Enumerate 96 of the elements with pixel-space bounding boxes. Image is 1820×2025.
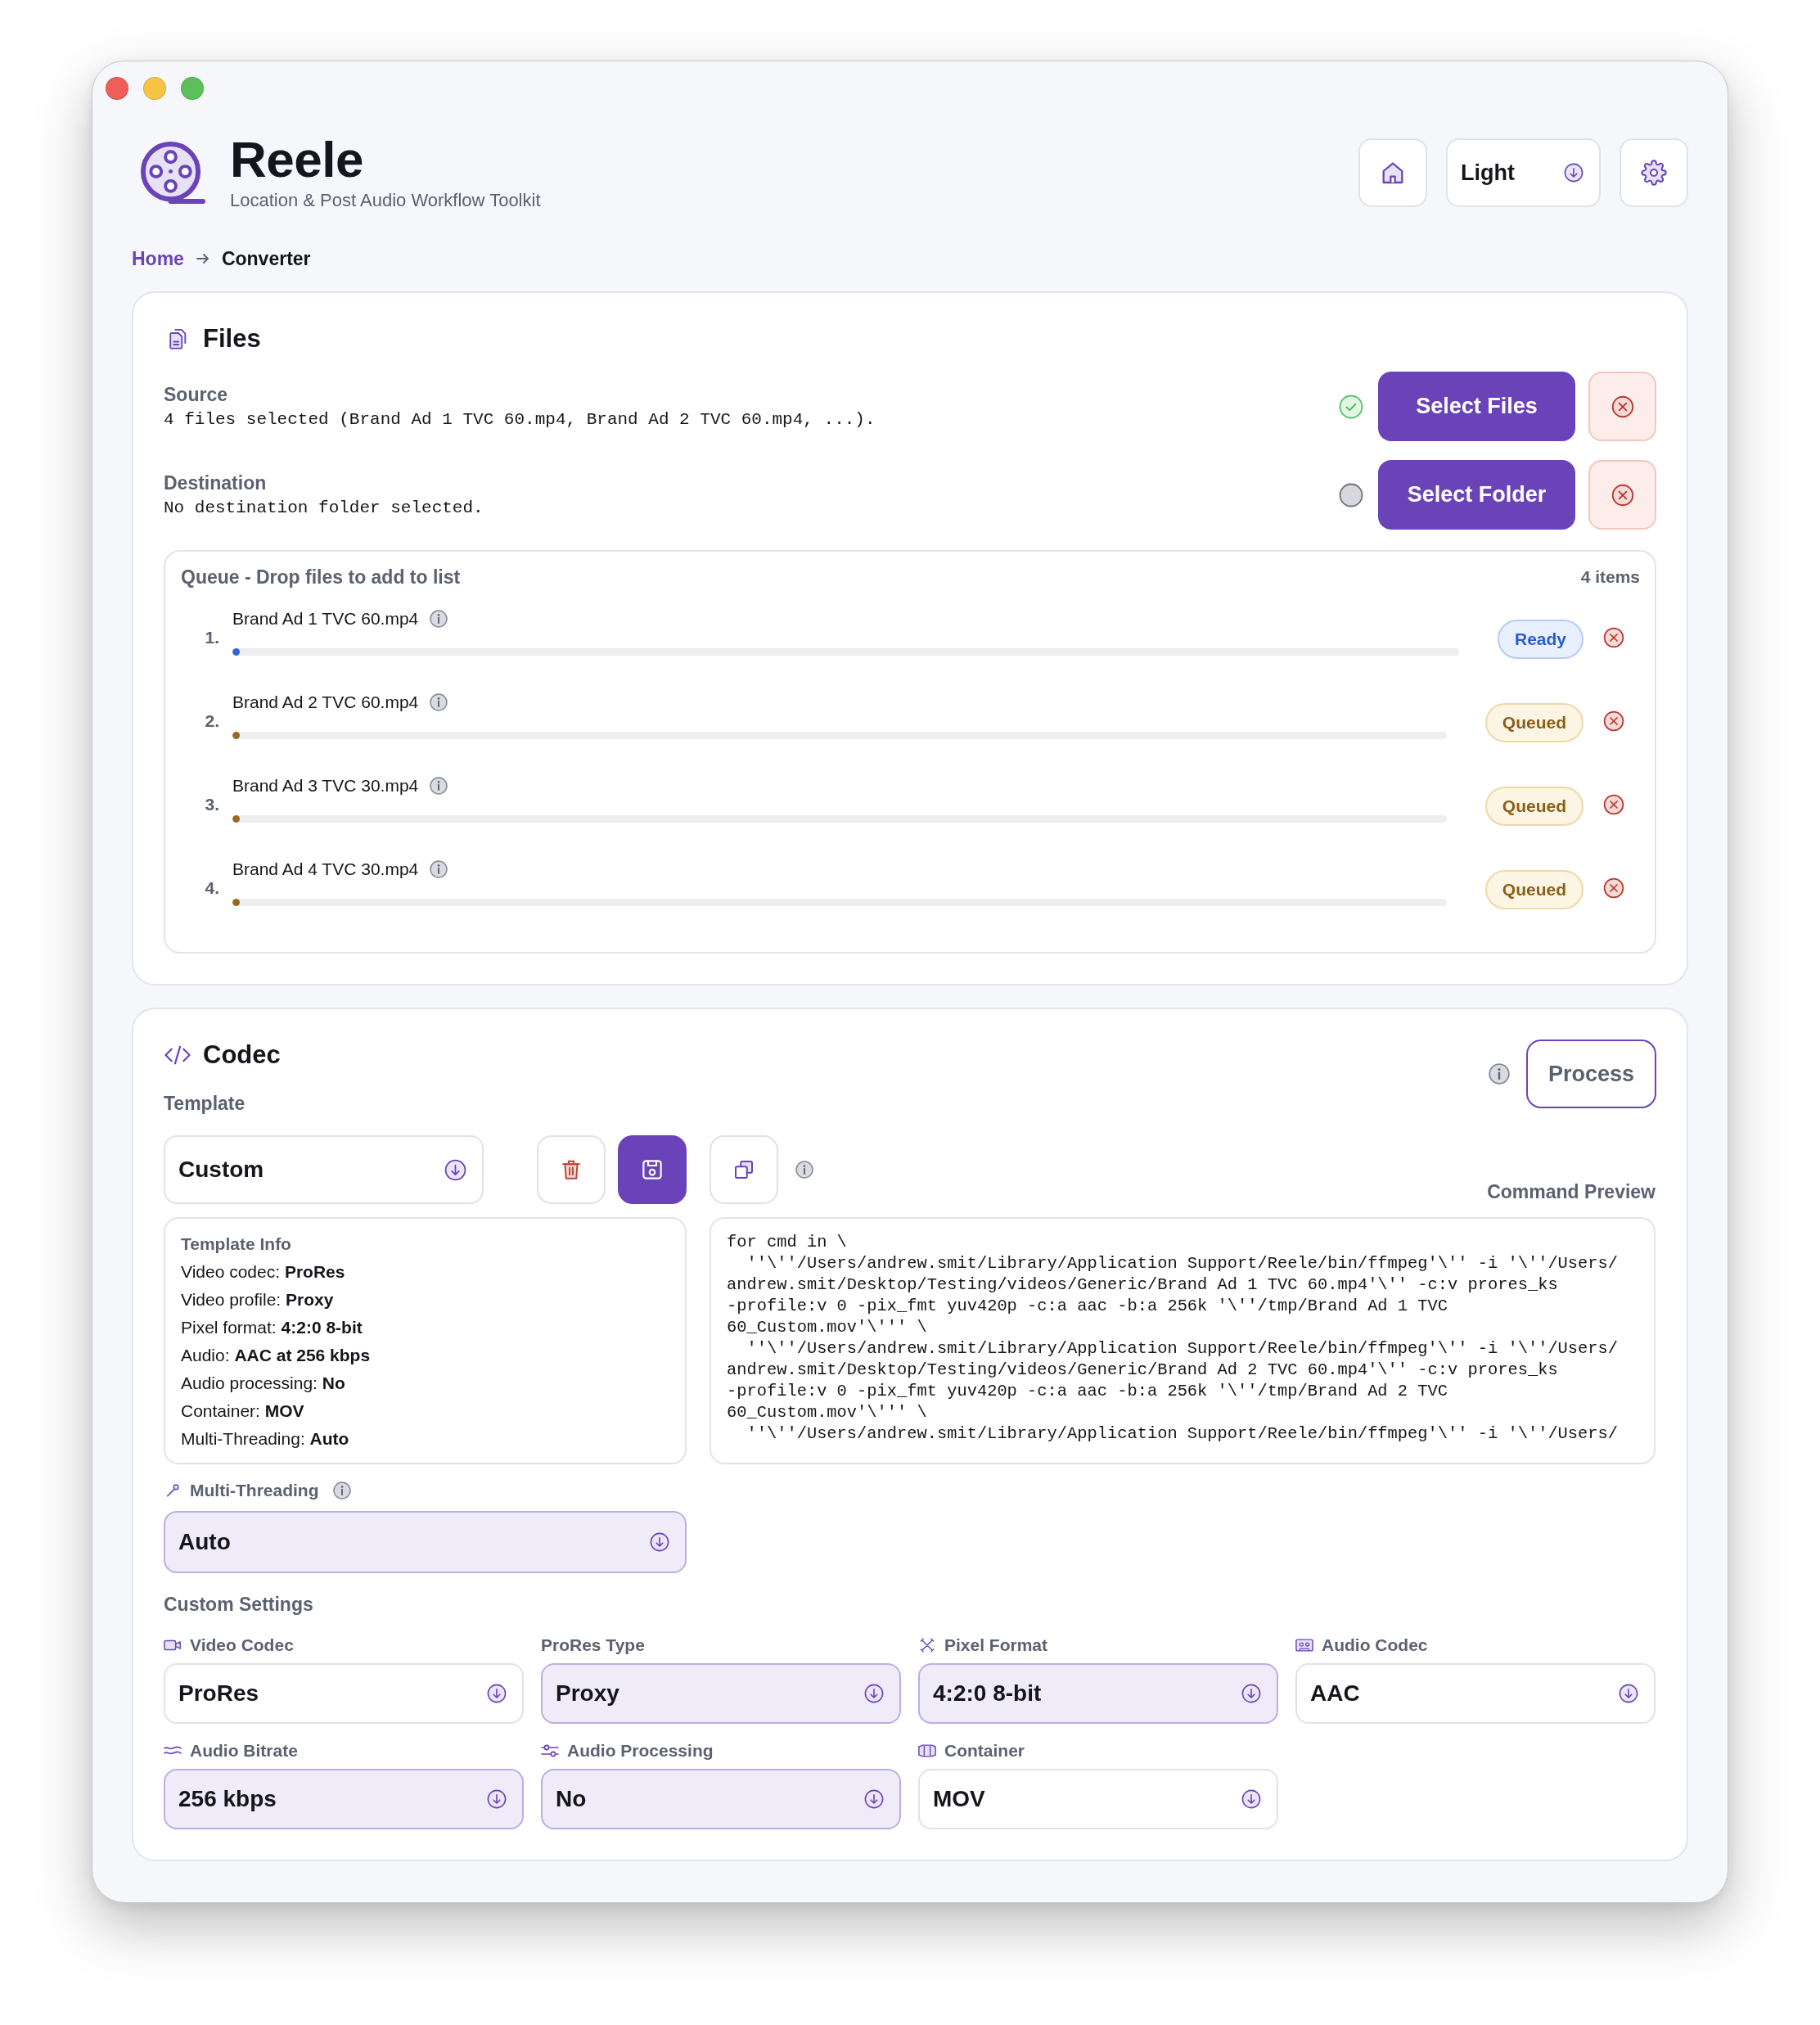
field-label: Multi-Threading bbox=[190, 1481, 319, 1500]
dropdown[interactable]: 256 kbps bbox=[164, 1769, 524, 1829]
remove-icon[interactable] bbox=[1603, 627, 1624, 648]
breadcrumb-current: Converter bbox=[221, 247, 311, 270]
arrow-down-circle-icon bbox=[1241, 1789, 1261, 1809]
process-button[interactable]: Process bbox=[1526, 1040, 1656, 1108]
arrow-down-circle-icon bbox=[444, 1158, 466, 1181]
app-subtitle: Location & Post Audio Workflow Toolkit bbox=[230, 190, 541, 211]
info-line: Video codec: ProRes bbox=[181, 1261, 345, 1283]
dropdown[interactable]: AAC bbox=[1295, 1663, 1656, 1724]
info-icon[interactable] bbox=[1489, 1063, 1510, 1085]
status-badge: Ready bbox=[1497, 620, 1583, 659]
remove-icon[interactable] bbox=[1603, 710, 1624, 732]
settings-button[interactable] bbox=[1620, 138, 1688, 207]
section-title: Files bbox=[203, 323, 261, 354]
status-badge: Queued bbox=[1484, 787, 1583, 826]
info-icon[interactable] bbox=[795, 1161, 813, 1179]
info-icon[interactable] bbox=[430, 777, 448, 795]
section-label: Custom Settings bbox=[164, 1593, 313, 1617]
cross-icon bbox=[918, 1638, 936, 1653]
arrow-down-circle-icon bbox=[1241, 1684, 1261, 1703]
clear-button[interactable] bbox=[1588, 460, 1656, 530]
arrow-down-circle-icon bbox=[650, 1532, 669, 1552]
command-text: for cmd in \ ''\''/Users/andrew.smit/Library/Application Support/Reele/bin/ffmpeg'\'' -i '\''/Users/ andrew.smit/Desktop/Testing/videos/Generic/Brand Ad 1 TVC 60.mp4'\'' -c:v prores_ks -profile:v 0 -pix_fmt yuv420p -c:a aac -b:a 256k '\''/tmp/Brand Ad 1 TVC 60_Custom.mov'\''' \ ''\''/Users/andrew.smit/Library/Application Support/Reele/bin/ffmpeg'\'' -i '\''/Users/ andrew.smit/Desktop/Testing/videos/Generic/Brand Ad 2 TVC 60.mp4'\'' -c:v prores_ks -profile:v 0 -pix_fmt yuv420p -c:a aac -b:a 256k '\''/tmp/Brand Ad 2 TVC 60_Custom.mov'\''' \ ''\''/Users/andrew.smit/Library/Application Support/Reele/bin/ffmpeg'\'' -i '\''/Users/ bbox=[727, 1232, 1620, 1445]
arrow-down-circle-icon bbox=[487, 1684, 507, 1703]
field-label: Source bbox=[164, 382, 228, 407]
info-line: Audio processing: No bbox=[181, 1373, 345, 1394]
info-icon[interactable] bbox=[430, 860, 448, 878]
row-number: 2. bbox=[204, 710, 219, 732]
close-circle-icon bbox=[1611, 395, 1634, 418]
theme-dropdown[interactable]: Light bbox=[1446, 138, 1601, 207]
field-label: Audio Bitrate bbox=[190, 1741, 298, 1761]
field-label: Audio Processing bbox=[567, 1741, 714, 1761]
dropdown[interactable]: ProRes bbox=[164, 1663, 524, 1724]
item-count: 4 items bbox=[1580, 567, 1640, 587]
arrow-down-circle-icon bbox=[864, 1789, 884, 1809]
clear-button[interactable] bbox=[1588, 372, 1656, 441]
dropdown[interactable]: No bbox=[541, 1769, 901, 1829]
dropdown[interactable]: Auto bbox=[164, 1511, 687, 1573]
video-camera-icon bbox=[164, 1638, 182, 1653]
file-name: Brand Ad 2 TVC 60.mp4 bbox=[232, 692, 419, 713]
queue-title: Queue - Drop files to add to list bbox=[181, 566, 461, 589]
path-text: No destination folder selected. bbox=[164, 497, 484, 519]
arrow-down-circle-icon bbox=[1564, 163, 1583, 183]
save-button[interactable] bbox=[618, 1135, 687, 1204]
close-circle-icon bbox=[1611, 483, 1634, 507]
field-label: Destination bbox=[164, 471, 267, 495]
settings-icon bbox=[1641, 160, 1667, 186]
row-number: 3. bbox=[204, 794, 219, 815]
info-line: Video profile: Proxy bbox=[181, 1289, 334, 1310]
home-button[interactable] bbox=[1358, 138, 1427, 207]
file-name: Brand Ad 3 TVC 30.mp4 bbox=[232, 775, 419, 796]
cassette-icon bbox=[1295, 1638, 1313, 1653]
field-label: ProRes Type bbox=[541, 1635, 645, 1655]
path-text: 4 files selected (Brand Ad 1 TVC 60.mp4, Brand Ad 2 TVC 60.mp4, ...). bbox=[164, 408, 876, 431]
delete-button[interactable] bbox=[537, 1135, 606, 1204]
file-name: Brand Ad 1 TVC 60.mp4 bbox=[232, 608, 419, 629]
section-label: Template bbox=[164, 1092, 246, 1116]
panel-title: Template Info bbox=[181, 1233, 291, 1255]
dropdown[interactable]: MOV bbox=[918, 1769, 1278, 1829]
window-close-icon[interactable] bbox=[106, 77, 128, 100]
remove-icon[interactable] bbox=[1603, 877, 1624, 899]
code-icon bbox=[164, 1044, 191, 1067]
field-label: Video Codec bbox=[190, 1635, 294, 1655]
file-name: Brand Ad 4 TVC 30.mp4 bbox=[232, 859, 419, 880]
dropdown[interactable]: Proxy bbox=[541, 1663, 901, 1724]
info-line: Container: MOV bbox=[181, 1400, 304, 1422]
info-line: Audio: AAC at 256 kbps bbox=[181, 1345, 371, 1366]
row-number: 1. bbox=[204, 627, 219, 648]
remove-icon[interactable] bbox=[1603, 794, 1624, 815]
info-line: Pixel format: 4:2:0 8-bit bbox=[181, 1317, 363, 1338]
section-title: Codec bbox=[203, 1040, 281, 1071]
app-title: Reele bbox=[230, 134, 363, 185]
field-label: Pixel Format bbox=[944, 1635, 1048, 1655]
box-icon bbox=[918, 1743, 936, 1758]
row-number: 4. bbox=[204, 877, 219, 899]
dropdown[interactable]: 4:2:0 8-bit bbox=[918, 1663, 1278, 1724]
field-label: Audio Codec bbox=[1322, 1635, 1428, 1655]
template-dropdown[interactable]: Custom bbox=[164, 1135, 484, 1204]
select-button[interactable]: Select Folder bbox=[1378, 460, 1575, 530]
status-badge: Queued bbox=[1484, 703, 1583, 742]
info-icon[interactable] bbox=[430, 610, 448, 628]
select-button[interactable]: Select Files bbox=[1378, 372, 1575, 441]
breadcrumb-link[interactable]: Home bbox=[132, 247, 184, 270]
info-icon[interactable] bbox=[430, 693, 448, 711]
info-icon[interactable] bbox=[333, 1482, 352, 1500]
info-line: Multi-Threading: Auto bbox=[181, 1428, 349, 1450]
section-label: Command Preview bbox=[1487, 1180, 1656, 1204]
window-zoom-icon[interactable] bbox=[181, 77, 204, 100]
arrow-down-circle-icon bbox=[487, 1789, 507, 1809]
arrow-down-circle-icon bbox=[864, 1684, 884, 1703]
status-badge: Queued bbox=[1484, 870, 1583, 909]
field-label: Container bbox=[944, 1741, 1025, 1761]
arrow-down-circle-icon bbox=[1619, 1684, 1638, 1703]
sliders-icon bbox=[541, 1743, 559, 1758]
copy-button[interactable] bbox=[710, 1135, 778, 1204]
